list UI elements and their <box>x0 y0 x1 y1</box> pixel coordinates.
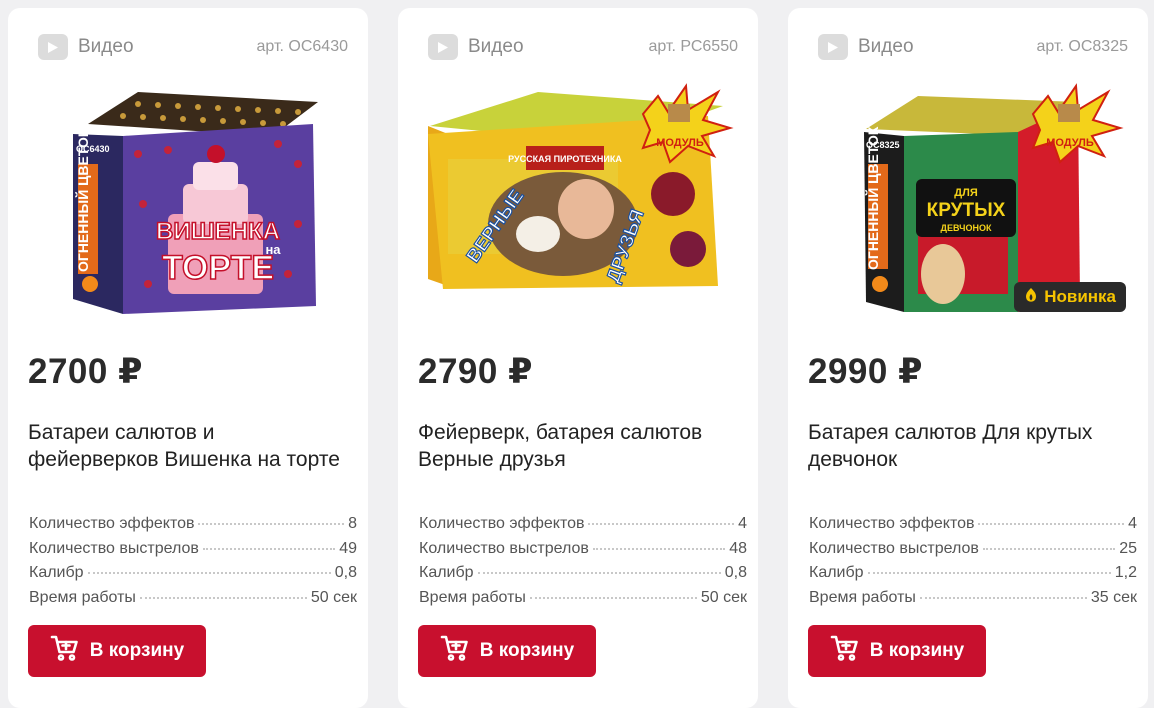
add-to-cart-label: В корзину <box>479 640 575 661</box>
spec-value: 48 <box>729 539 747 557</box>
add-to-cart-button[interactable]: В корзину <box>418 625 596 677</box>
add-to-cart-label: В корзину <box>89 640 185 661</box>
spec-label: Время работы <box>29 588 136 606</box>
spec-dots <box>477 572 721 574</box>
spec-label: Количество выстрелов <box>29 539 199 557</box>
spec-dots <box>198 523 345 525</box>
spec-value: 25 <box>1119 539 1137 557</box>
video-button[interactable]: Видео <box>428 34 524 60</box>
add-to-cart-button[interactable]: В корзину <box>28 625 206 677</box>
cart-icon <box>440 634 470 668</box>
flame-icon <box>1024 287 1038 308</box>
box-code-text: ОС8325 <box>866 140 900 150</box>
spec-row: Калибр 0,8 <box>29 564 357 589</box>
product-image[interactable]: ОГНЕННЫЙ ЦВЕТОК ОС6430 ВИШЕНКА на ТОРТЕ <box>28 74 348 324</box>
play-icon <box>818 34 848 60</box>
spec-value: 35 сек <box>1090 588 1137 606</box>
video-button[interactable]: Видео <box>818 34 914 60</box>
product-title[interactable]: Батареи салютов и фейерверков Вишенка на… <box>28 419 350 473</box>
module-label: МОДУЛЬ <box>1046 137 1094 149</box>
spec-row: Калибр 1,2 <box>809 564 1137 589</box>
add-to-cart-button[interactable]: В корзину <box>808 625 986 677</box>
spec-row: Количество эффектов 4 <box>419 515 747 540</box>
spec-label: Время работы <box>809 588 916 606</box>
spec-value: 4 <box>738 515 747 532</box>
spec-dots <box>978 523 1125 525</box>
cover-title-line2: КРУТЫХ <box>927 200 1006 221</box>
spec-label: Калибр <box>419 564 474 581</box>
product-price: 2700 ₽ <box>28 352 143 391</box>
article-number: арт. РС6550 <box>648 38 738 55</box>
spec-dots <box>588 523 735 525</box>
spec-row: Количество выстрелов 25 <box>809 540 1137 565</box>
spec-label: Количество выстрелов <box>419 539 589 557</box>
spec-label: Количество эффектов <box>419 515 585 532</box>
spec-row: Количество эффектов 4 <box>809 515 1137 540</box>
spec-dots <box>202 547 336 550</box>
product-image[interactable]: РУССКАЯ ПИРОТЕХНИКА ВЕРНЫЕ ДРУЗЬЯ МОДУЛЬ <box>418 74 738 324</box>
spec-value: 8 <box>348 515 357 532</box>
new-badge: Новинка <box>1014 282 1126 312</box>
add-to-cart-label: В корзину <box>869 640 965 661</box>
spec-label: Калибр <box>809 564 864 581</box>
product-title[interactable]: Фейерверк, батарея салютов Верные друзья <box>418 419 740 473</box>
spec-row: Время работы 50 сек <box>29 589 357 614</box>
product-price: 2790 ₽ <box>418 352 533 391</box>
module-label: МОДУЛЬ <box>656 137 704 149</box>
cart-icon <box>50 634 80 668</box>
cover-title-line3: ДЕВЧОНОК <box>941 223 992 233</box>
brand-text: РУССКАЯ ПИРОТЕХНИКА <box>508 154 622 164</box>
spec-dots <box>982 547 1116 550</box>
cake-title-line1: ВИШЕНКА <box>156 218 280 245</box>
spec-value: 4 <box>1128 515 1137 532</box>
spec-list: Количество эффектов 4 Количество выстрело… <box>809 515 1137 613</box>
spec-dots <box>139 596 307 599</box>
spec-value: 0,8 <box>334 564 357 581</box>
spec-dots <box>87 572 331 574</box>
video-label: Видео <box>468 36 524 57</box>
play-icon <box>38 34 68 60</box>
article-number: арт. ОС8325 <box>1036 38 1128 55</box>
cart-icon <box>830 634 860 668</box>
spec-row: Калибр 0,8 <box>419 564 747 589</box>
spec-value: 0,8 <box>724 564 747 581</box>
spec-value: 50 сек <box>700 588 747 606</box>
spec-value: 50 сек <box>310 588 357 606</box>
spec-list: Количество эффектов 8 Количество выстрело… <box>29 515 357 613</box>
spec-label: Время работы <box>419 588 526 606</box>
spec-row: Время работы 35 сек <box>809 589 1137 614</box>
spec-dots <box>592 547 726 550</box>
spec-list: Количество эффектов 4 Количество выстрело… <box>419 515 747 613</box>
video-label: Видео <box>78 36 134 57</box>
product-title[interactable]: Батарея салютов Для крутых девчонок <box>808 419 1130 473</box>
play-icon <box>428 34 458 60</box>
spec-row: Количество выстрелов 48 <box>419 540 747 565</box>
spec-dots <box>919 596 1087 599</box>
spec-value: 49 <box>339 539 357 557</box>
new-badge-label: Новинка <box>1044 287 1116 306</box>
spec-label: Количество эффектов <box>809 515 975 532</box>
spec-label: Калибр <box>29 564 84 581</box>
video-button[interactable]: Видео <box>38 34 134 60</box>
article-number: арт. ОС6430 <box>256 38 348 55</box>
spec-row: Количество эффектов 8 <box>29 515 357 540</box>
spec-value: 1,2 <box>1114 564 1137 581</box>
product-price: 2990 ₽ <box>808 352 923 391</box>
cake-title-line3: ТОРТЕ <box>162 249 274 287</box>
box-code-text: ОС6430 <box>76 144 110 154</box>
video-label: Видео <box>858 36 914 57</box>
spec-label: Количество эффектов <box>29 515 195 532</box>
cover-title-line1: ДЛЯ <box>954 187 978 199</box>
spec-dots <box>867 572 1111 574</box>
spec-row: Количество выстрелов 49 <box>29 540 357 565</box>
product-card: Видео арт. ОС8325 ОГНЕННЫЙ ЦВЕТОК ОС8325… <box>788 8 1148 708</box>
spec-label: Количество выстрелов <box>809 539 979 557</box>
spec-dots <box>529 596 697 599</box>
product-card: Видео арт. ОС6430 ОГНЕННЫЙ ЦВЕТОК ОС6430 <box>8 8 368 708</box>
spec-row: Время работы 50 сек <box>419 589 747 614</box>
product-card: Видео арт. РС6550 РУССКАЯ ПИРОТЕХНИКА ВЕ… <box>398 8 758 708</box>
